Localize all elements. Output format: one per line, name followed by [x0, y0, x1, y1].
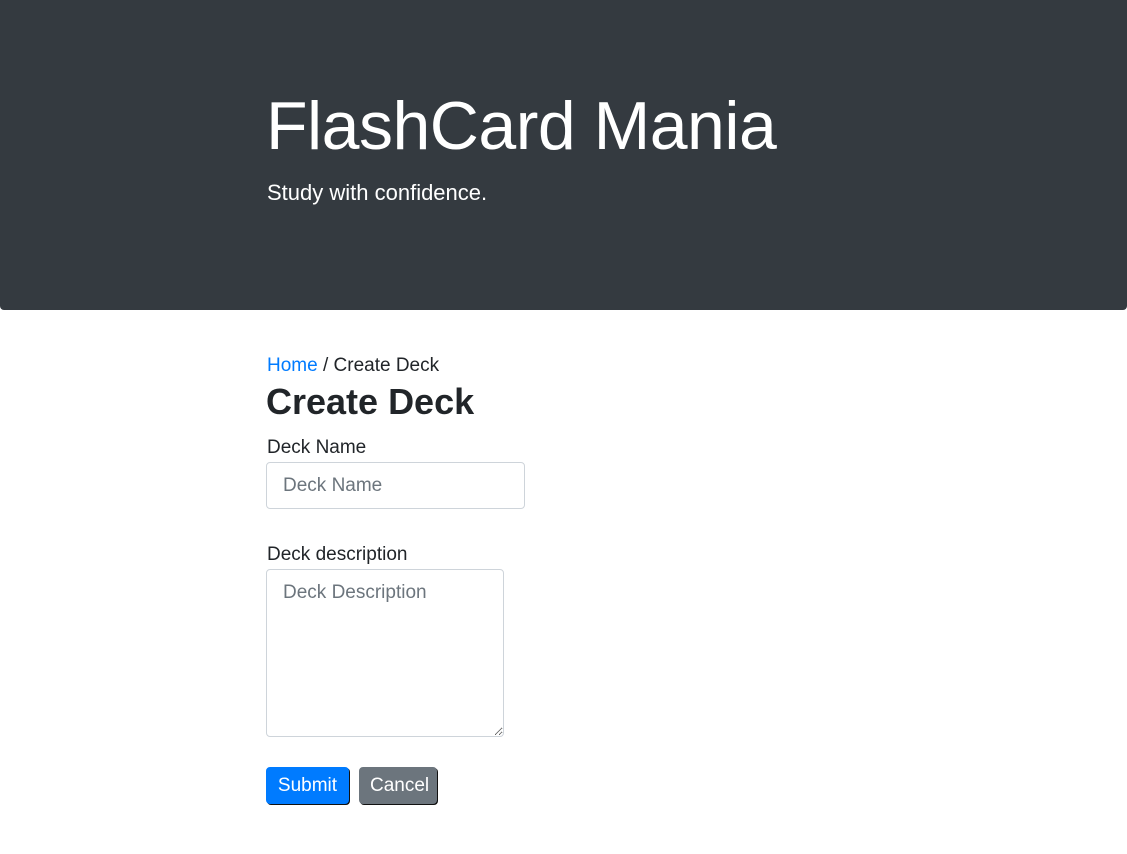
app-subtitle: Study with confidence.: [267, 180, 488, 205]
breadcrumb: Home / Create Deck: [267, 353, 439, 379]
deck-name-label: Deck Name: [267, 437, 367, 458]
deck-description-textarea[interactable]: [266, 569, 504, 737]
breadcrumb-separator: /: [322, 355, 334, 376]
breadcrumb-current: Create Deck: [333, 355, 440, 376]
deck-name-input[interactable]: [266, 462, 525, 509]
header-jumbotron: FlashCard Mania Study with confidence.: [0, 0, 1127, 310]
cancel-button[interactable]: Cancel: [359, 767, 437, 804]
deck-description-label: Deck description: [267, 544, 408, 565]
submit-button[interactable]: Submit: [266, 767, 349, 804]
page-title: Create Deck: [266, 381, 475, 422]
breadcrumb-home-link[interactable]: Home: [267, 355, 318, 376]
app-title: FlashCard Mania: [266, 88, 777, 164]
